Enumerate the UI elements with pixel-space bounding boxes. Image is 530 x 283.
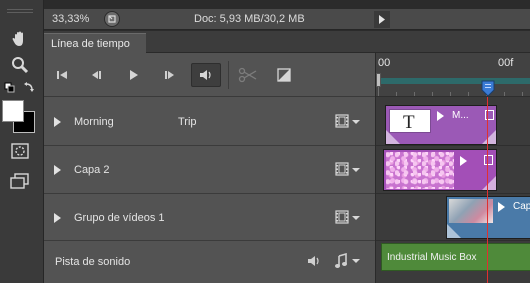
clip-expand-icon[interactable]: [437, 111, 444, 121]
speaker-icon: [200, 70, 211, 80]
fade-handle-icon[interactable]: [386, 130, 400, 144]
track-label: Pista de sonido: [55, 256, 131, 268]
tab-timeline[interactable]: Línea de tiempo: [44, 33, 146, 53]
expand-arrow-icon[interactable]: [54, 213, 61, 223]
music-note-icon[interactable]: [334, 253, 348, 269]
track-label: Grupo de vídeos 1: [74, 212, 165, 224]
document-size: Doc: 5,93 MB/30,2 MB: [194, 13, 305, 25]
audio-toggle-button[interactable]: [191, 63, 221, 87]
speaker-icon[interactable]: [306, 254, 322, 268]
panel-grip[interactable]: [0, 4, 40, 18]
ruler-tick: [414, 92, 415, 96]
playhead-handle-icon[interactable]: [481, 80, 495, 97]
previous-frame-button[interactable]: [83, 63, 109, 87]
status-bar: 33,33% Doc: 5,93 MB/30,2 MB: [44, 9, 530, 30]
color-swap-icons[interactable]: [0, 80, 40, 96]
clip-label: Cap: [513, 201, 530, 212]
panel-tab-bar: Línea de tiempo: [44, 31, 530, 53]
transport-controls: [44, 53, 375, 97]
video-clip[interactable]: Cap: [446, 196, 530, 239]
document-info-icon[interactable]: [104, 11, 120, 27]
ruler-tick: [468, 92, 469, 96]
step-forward-icon: [165, 71, 174, 79]
status-menu-arrow-icon[interactable]: [374, 11, 390, 28]
controls-divider: [228, 61, 229, 89]
work-area-start-handle[interactable]: [376, 73, 381, 87]
chevron-down-icon[interactable]: [352, 259, 360, 263]
clip-end-marker-icon: [484, 155, 493, 165]
ruler-tick: [504, 92, 505, 96]
transition-icon: [277, 68, 291, 82]
clip-label: M...: [452, 110, 469, 121]
track-label-secondary: Trip: [178, 116, 197, 128]
ruler-tick: [450, 92, 451, 96]
timeline-panel: Línea de tiempo Morning Trip Capa 2 Grup…: [44, 31, 530, 283]
audio-clip[interactable]: Industrial Music Box: [381, 243, 530, 271]
timeline-area[interactable]: 00 00f T M... Cap Industrial Music Box: [375, 53, 530, 283]
zoom-level[interactable]: 33,33%: [52, 13, 89, 25]
ruler-tick: [396, 92, 397, 96]
next-frame-button[interactable]: [157, 63, 183, 87]
hand-tool-icon[interactable]: [0, 28, 40, 50]
screen-mode-icon[interactable]: [0, 172, 40, 190]
skip-to-start-icon: [57, 71, 67, 79]
fade-handle-icon[interactable]: [482, 176, 496, 190]
film-strip-icon[interactable]: [335, 210, 349, 224]
work-area-bar[interactable]: [376, 78, 530, 84]
track-header-video-group[interactable]: Grupo de vídeos 1: [44, 194, 375, 241]
track-header-capa2[interactable]: Capa 2: [44, 146, 375, 194]
ruler-start-label: 00: [378, 57, 391, 69]
chevron-down-icon[interactable]: [352, 216, 360, 220]
first-frame-button[interactable]: [49, 63, 75, 87]
track-label: Morning: [74, 116, 114, 128]
ruler-playhead-label: 00f: [498, 57, 514, 69]
image-clip[interactable]: [383, 149, 497, 191]
track-header-morning[interactable]: Morning Trip: [44, 97, 375, 146]
image-thumbnail: [386, 152, 454, 189]
transition-button[interactable]: [271, 63, 297, 87]
play-icon: [130, 70, 138, 80]
zoom-tool-icon[interactable]: [0, 54, 40, 76]
track-label: Capa 2: [74, 164, 110, 176]
clip-expand-icon[interactable]: [460, 156, 467, 166]
fade-handle-icon[interactable]: [482, 130, 496, 144]
clip-expand-icon[interactable]: [498, 202, 505, 212]
split-button[interactable]: [235, 63, 261, 87]
tools-panel: [0, 0, 44, 283]
expand-arrow-icon[interactable]: [54, 165, 61, 175]
text-clip[interactable]: T M...: [385, 105, 497, 145]
expand-arrow-icon[interactable]: [54, 117, 61, 127]
film-strip-icon[interactable]: [335, 162, 349, 176]
ruler-tick: [432, 92, 433, 96]
clip-label: Industrial Music Box: [387, 252, 477, 263]
time-ruler[interactable]: 00 00f: [376, 53, 530, 97]
chevron-down-icon[interactable]: [352, 120, 360, 124]
text-glyph-icon: T: [403, 112, 415, 133]
playhead-line: [487, 97, 488, 283]
quick-mask-icon[interactable]: [0, 142, 40, 160]
step-back-icon: [92, 71, 101, 79]
track-header-audio[interactable]: Pista de sonido: [44, 241, 375, 283]
scissors-icon: [238, 67, 257, 83]
chevron-down-icon[interactable]: [352, 168, 360, 172]
play-button[interactable]: [120, 63, 146, 87]
film-strip-icon[interactable]: [335, 114, 349, 128]
fade-handle-icon[interactable]: [447, 224, 461, 238]
ruler-tick: [522, 92, 523, 96]
foreground-color-swatch-front[interactable]: [2, 100, 24, 122]
